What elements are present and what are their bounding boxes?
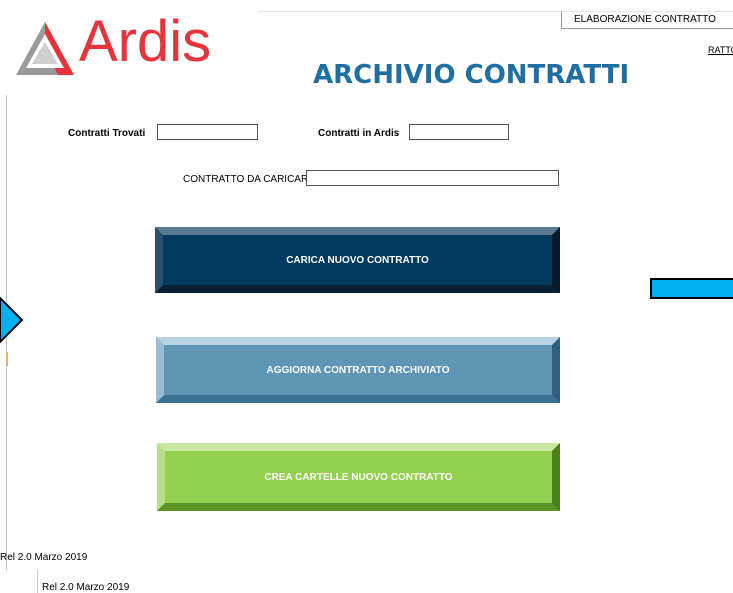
contratto-da-caricare-field[interactable] xyxy=(306,170,559,186)
carica-nuovo-contratto-button[interactable]: CARICA NUOVO CONTRATTO xyxy=(155,227,560,293)
ardis-triangle-icon xyxy=(16,22,74,75)
left-marker xyxy=(6,352,8,366)
contratto-da-caricare-label: CONTRATTO DA CARICARE xyxy=(183,174,315,185)
crea-cartelle-nuovo-contratto-button[interactable]: CREA CARTELLE NUOVO CONTRATTO xyxy=(157,443,560,511)
release-label: Rel 2.0 Marzo 2019 xyxy=(0,552,88,563)
carica-button-label: CARICA NUOVO CONTRATTO xyxy=(286,254,429,266)
nav-bar-shape[interactable] xyxy=(650,278,733,299)
aggiorna-button-label: AGGIORNA CONTRATTO ARCHIVIATO xyxy=(266,364,450,376)
page-title: ARCHIVIO CONTRATTI xyxy=(313,60,630,90)
logo-wordmark: Ardis xyxy=(79,9,212,74)
tab-contratto-partial[interactable]: RATTO xyxy=(708,45,733,55)
crea-button-label: CREA CARTELLE NUOVO CONTRATTO xyxy=(264,471,453,483)
tab-elaborazione-contratto[interactable]: ELABORAZIONE CONTRATTO xyxy=(561,11,733,29)
chevron-right-icon[interactable] xyxy=(0,296,24,346)
contratti-trovati-label: Contratti Trovati xyxy=(68,128,146,139)
contratti-in-ardis-field[interactable] xyxy=(409,124,509,140)
contratti-trovati-field[interactable] xyxy=(157,124,258,140)
contratti-in-ardis-label: Contratti in Ardis xyxy=(318,128,400,139)
footer-divider xyxy=(37,570,38,593)
ardis-logo: Ardis xyxy=(14,9,229,84)
release-label-secondary: Rel 2.0 Marzo 2019 xyxy=(42,582,130,593)
aggiorna-contratto-archiviato-button[interactable]: AGGIORNA CONTRATTO ARCHIVIATO xyxy=(156,337,560,403)
